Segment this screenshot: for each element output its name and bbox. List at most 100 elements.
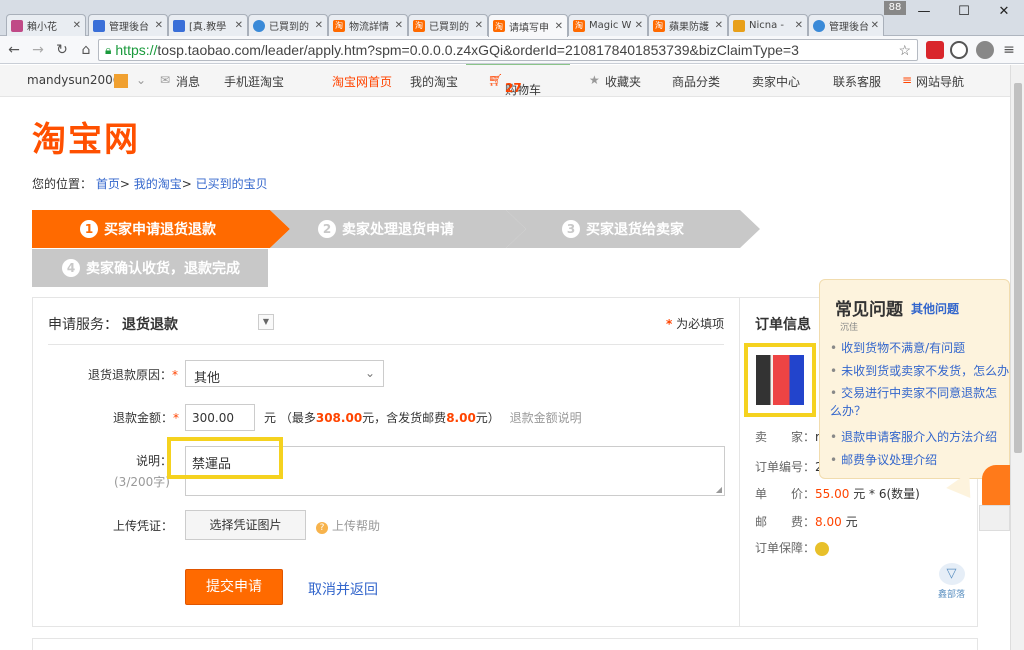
extension-icon[interactable] — [950, 41, 968, 59]
close-icon[interactable]: ✕ — [795, 20, 803, 31]
browser-toolbar: ← → ↻ ⌂ 🔒︎ https://tosp.taobao.com/leade… — [0, 36, 1024, 64]
my-taobao-link[interactable]: 我的淘宝 — [410, 73, 458, 90]
browser-tab[interactable]: 已買到的 ✕ — [248, 14, 328, 36]
step-1: 1 买家申请退货退款 — [32, 210, 290, 248]
tab-favicon-icon — [173, 19, 185, 32]
panel-divider — [739, 297, 740, 627]
taobao-favicon-icon: 淘 — [653, 19, 665, 32]
taobao-favicon-icon: 淘 — [413, 19, 425, 32]
username-link[interactable]: mandysun2006 — [27, 73, 120, 87]
close-icon[interactable]: ✕ — [235, 20, 243, 31]
faq-more-link[interactable]: 其他问题 — [911, 300, 959, 317]
close-icon[interactable]: ✕ — [635, 20, 643, 31]
amount-help-link[interactable]: 退款金额说明 — [510, 411, 582, 425]
close-icon[interactable]: ✕ — [73, 20, 81, 31]
close-icon[interactable]: ✕ — [871, 20, 879, 31]
address-bar[interactable]: 🔒︎ https://tosp.taobao.com/leader/apply.… — [98, 39, 918, 61]
tab-favicon-icon — [11, 19, 23, 32]
amount-note: 元 （最多308.00元，含发货邮费8.00元） 退款金额说明 — [264, 411, 582, 425]
faq-item[interactable]: 未收到货或卖家不发货，怎么办 — [830, 362, 1009, 379]
close-icon[interactable]: ✕ — [315, 20, 323, 31]
contact-link[interactable]: 联系客服 — [833, 73, 881, 90]
close-icon[interactable]: ✕ — [155, 20, 163, 31]
tab-favicon-icon — [93, 19, 105, 32]
user-badge[interactable]: 88 — [884, 1, 906, 15]
back-icon[interactable]: ← — [4, 42, 24, 58]
upload-button[interactable]: 选择凭证图片 — [185, 510, 306, 540]
browser-tab-active[interactable]: 淘请填写申 ✕ — [488, 14, 568, 37]
reason-label: 退货退款原因：* — [88, 368, 179, 382]
faq-item[interactable]: 交易进行中卖家不同意退款怎么办？ — [830, 384, 1008, 420]
extension-icon[interactable] — [926, 41, 944, 59]
service-dropdown-icon[interactable]: ▼ — [258, 314, 274, 330]
seller-row: 卖 家：r — [755, 430, 820, 444]
faq-item[interactable]: 收到货物不满意/有问题 — [830, 339, 965, 356]
close-icon[interactable]: ✕ — [475, 20, 483, 31]
forward-icon[interactable]: → — [28, 42, 48, 58]
window-controls: — ☐ ✕ — [904, 0, 1024, 22]
faq-item[interactable]: 邮费争议处理介绍 — [830, 451, 937, 468]
taobao-home-link[interactable]: 淘宝网首页 — [332, 73, 392, 90]
product-thumbnail[interactable] — [744, 343, 816, 417]
tab-favicon-icon — [733, 19, 745, 32]
browser-tab[interactable]: Nicna - ✕ — [728, 14, 808, 36]
browser-tab[interactable]: 淘蘋果防護 ✕ — [648, 14, 728, 36]
scrollbar-thumb[interactable] — [1014, 83, 1022, 453]
guarantee-icon[interactable] — [815, 541, 830, 556]
close-icon[interactable]: ✕ — [555, 21, 563, 32]
taobao-favicon-icon: 淘 — [573, 19, 585, 32]
mobile-taobao-link[interactable]: 手机逛淘宝 — [224, 73, 284, 90]
breadcrumb: 您的位置： 首页> 我的淘宝> 已买到的宝贝 — [32, 177, 268, 191]
site-nav-link[interactable]: 网站导航 — [916, 73, 964, 90]
faq-subtitle: 沉佳 — [840, 323, 859, 333]
faq-title: 常见问题 — [835, 300, 903, 320]
cancel-link[interactable]: 取消并返回 — [308, 579, 378, 599]
reload-icon[interactable]: ↻ — [52, 42, 72, 58]
favorites-link[interactable]: 收藏夹 — [605, 73, 641, 90]
submit-button[interactable]: 提交申请 — [185, 569, 283, 605]
browser-tab-strip: 賴小花 ✕ 管理後台 ✕ [真.教學 ✕ 已買到的 ✕ 淘物流詳情 ✕ 淘已買到的 ✕ 淘请… — [0, 0, 1024, 37]
browser-tab[interactable]: 淘 Magic W ✕ — [568, 14, 648, 36]
step-4: 4 卖家确认收货，退款完成 — [32, 249, 268, 287]
browser-tab[interactable]: 淘物流詳情 ✕ — [328, 14, 408, 36]
service-value: 退货退款 — [122, 317, 178, 333]
highlight-box — [167, 437, 283, 479]
browser-tab[interactable]: 淘已買到的 ✕ — [408, 14, 488, 36]
close-icon[interactable]: ✕ — [715, 20, 723, 31]
minimize-icon[interactable]: — — [904, 0, 944, 22]
price-row: 单 价：55.00 元 * 6(数量) — [755, 487, 920, 501]
categories-link[interactable]: 商品分类 — [672, 73, 720, 90]
page-scrollbar[interactable] — [1010, 65, 1024, 650]
next-section — [32, 638, 978, 650]
close-icon[interactable]: ✕ — [395, 20, 403, 31]
close-window-icon[interactable]: ✕ — [984, 0, 1024, 22]
browser-tab[interactable]: 管理後台 ✕ — [88, 14, 168, 36]
browser-tab[interactable]: 管理後台 ✕ — [808, 14, 884, 36]
home-icon[interactable]: ⌂ — [76, 42, 96, 58]
resize-grip-icon[interactable]: ◢ — [716, 485, 722, 494]
messages-link[interactable]: 消息 — [176, 73, 200, 90]
order-info-title: 订单信息 — [755, 317, 811, 333]
required-note: * 为必填项 — [666, 317, 725, 331]
extension-icon[interactable] — [976, 41, 994, 59]
maximize-icon[interactable]: ☐ — [944, 0, 984, 22]
taobao-logo[interactable]: 淘宝网 — [32, 112, 140, 161]
bookmark-star-icon[interactable]: ☆ — [898, 42, 911, 59]
cart-count: 27 — [505, 81, 522, 95]
service-label: 申请服务： — [48, 317, 118, 333]
form-divider — [48, 344, 724, 345]
seller-center-link[interactable]: 卖家中心 — [752, 73, 800, 90]
taobao-favicon-icon: 淘 — [333, 19, 345, 32]
step-2: 2 卖家处理退货申请 — [270, 210, 526, 248]
faq-item[interactable]: 退款申请客服介入的方法介绍 — [830, 428, 997, 445]
breadcrumb-home[interactable]: 首页 — [96, 177, 120, 191]
chevron-down-icon[interactable]: ⌄ — [136, 73, 146, 87]
upload-help-link[interactable]: ? 上传帮助 — [316, 517, 380, 534]
menu-icon[interactable]: ≡ — [1000, 41, 1018, 59]
browser-tab[interactable]: 賴小花 ✕ — [6, 14, 86, 36]
reason-select[interactable]: 其他 ⌄ — [185, 360, 384, 387]
breadcrumb-bought[interactable]: 已买到的宝贝 — [196, 177, 268, 191]
refund-amount-input[interactable]: 300.00 — [185, 404, 255, 431]
breadcrumb-my-taobao[interactable]: 我的淘宝 — [134, 177, 182, 191]
browser-tab[interactable]: [真.教學 ✕ — [168, 14, 248, 36]
